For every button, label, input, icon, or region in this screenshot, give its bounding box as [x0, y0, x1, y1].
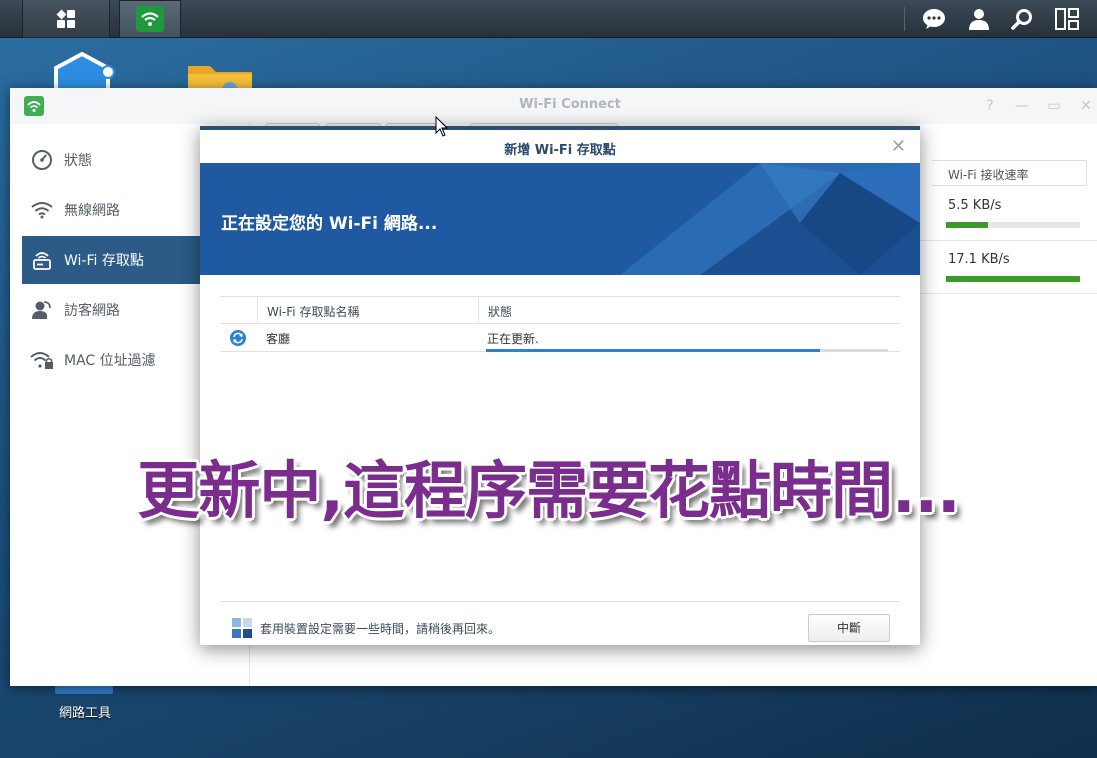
help-button[interactable]: ? — [980, 96, 1000, 116]
minimize-icon: — — [1015, 98, 1029, 114]
taskbar — [0, 0, 1097, 38]
rate-bar-fill — [946, 276, 1080, 282]
network-tools-label: 網路工具 — [58, 706, 111, 721]
column-header-status[interactable]: 狀態 — [478, 297, 890, 324]
guest-icon — [30, 298, 54, 322]
gauge-icon — [30, 148, 54, 172]
update-progress-bar — [486, 349, 888, 352]
wifi-lock-icon — [30, 348, 54, 372]
sidebar-item-label: 無線網路 — [64, 203, 120, 219]
footer-message: 套用裝置設定需要一些時間，請稍後再回來。 — [260, 622, 501, 636]
access-point-icon — [30, 248, 54, 272]
column-header-name[interactable]: Wi-Fi 存取點名稱 — [257, 297, 478, 324]
close-button[interactable]: ✕ — [1076, 96, 1096, 116]
search-button[interactable] — [1000, 0, 1044, 38]
banner-text: 正在設定您的 Wi-Fi 網路... — [221, 214, 438, 234]
minimize-button[interactable]: — — [1012, 96, 1032, 116]
wifi-app-icon — [136, 6, 164, 32]
dialog-banner: 正在設定您的 Wi-Fi 網路... — [200, 163, 920, 275]
dialog-close-button[interactable]: ✕ — [891, 136, 906, 157]
access-point-status: 正在更新. — [487, 332, 539, 346]
help-icon: ? — [986, 98, 994, 114]
table-row-divider — [910, 240, 1097, 241]
window-title: Wi-Fi Connect — [519, 97, 621, 112]
dialog-title: 新增 Wi-Fi 存取點 — [504, 143, 616, 158]
widgets-button[interactable] — [1045, 0, 1089, 38]
overlay-caption: 更新中,這程序需要花點時間... — [137, 454, 960, 527]
table-row-divider — [910, 293, 1097, 294]
main-menu-icon — [56, 9, 75, 28]
widgets-icon — [1055, 8, 1079, 30]
rate-bar — [946, 276, 1080, 282]
network-tools-desktop-icon[interactable] — [55, 686, 113, 694]
user-button[interactable] — [957, 0, 1001, 38]
taskbar-separator — [904, 7, 905, 31]
close-icon: ✕ — [1080, 98, 1092, 114]
maximize-button[interactable]: ▭ — [1044, 96, 1064, 116]
network-app-desktop-icon[interactable] — [52, 52, 118, 90]
maximize-icon: ▭ — [1047, 98, 1061, 114]
rate-column-header[interactable]: Wi-Fi 接收速率 — [932, 160, 1087, 186]
notifications-button[interactable] — [912, 0, 956, 38]
table-row[interactable]: 客廳 正在更新. — [220, 324, 900, 352]
wifi-icon — [30, 198, 54, 222]
table-header: Wi-Fi 存取點名稱 狀態 — [220, 296, 900, 324]
stop-button[interactable]: 中斷 — [808, 614, 890, 642]
refresh-icon — [230, 330, 246, 346]
mouse-cursor-icon — [435, 116, 449, 137]
chat-bubble-icon — [923, 9, 945, 29]
sidebar-item-label: 訪客網路 — [64, 303, 120, 319]
window-titlebar[interactable]: Wi-Fi Connect ? — ▭ ✕ — [10, 88, 1097, 124]
add-access-point-dialog: 新增 Wi-Fi 存取點 ✕ 正在設定您的 Wi-Fi 網路... Wi-Fi … — [200, 126, 920, 645]
wifi-connect-taskbar-button[interactable] — [119, 0, 181, 38]
main-menu-button[interactable] — [22, 0, 110, 38]
folder-desktop-icon[interactable] — [186, 60, 254, 88]
tiles-icon — [232, 618, 252, 638]
user-icon — [969, 9, 989, 30]
sidebar-item-label: 狀態 — [64, 153, 92, 169]
sidebar-item-label: MAC 位址過濾 — [64, 353, 156, 369]
rate-value: 17.1 KB/s — [948, 252, 1010, 267]
rate-bar — [946, 222, 1080, 228]
search-icon — [1011, 9, 1032, 30]
close-icon: ✕ — [890, 136, 906, 157]
sidebar-item-label: Wi-Fi 存取點 — [64, 253, 144, 269]
dialog-footer-divider — [220, 601, 900, 602]
rate-value: 5.5 KB/s — [948, 198, 1002, 213]
access-point-name: 客廳 — [266, 332, 291, 346]
rate-bar-fill — [946, 222, 988, 228]
update-progress-fill — [486, 349, 820, 352]
